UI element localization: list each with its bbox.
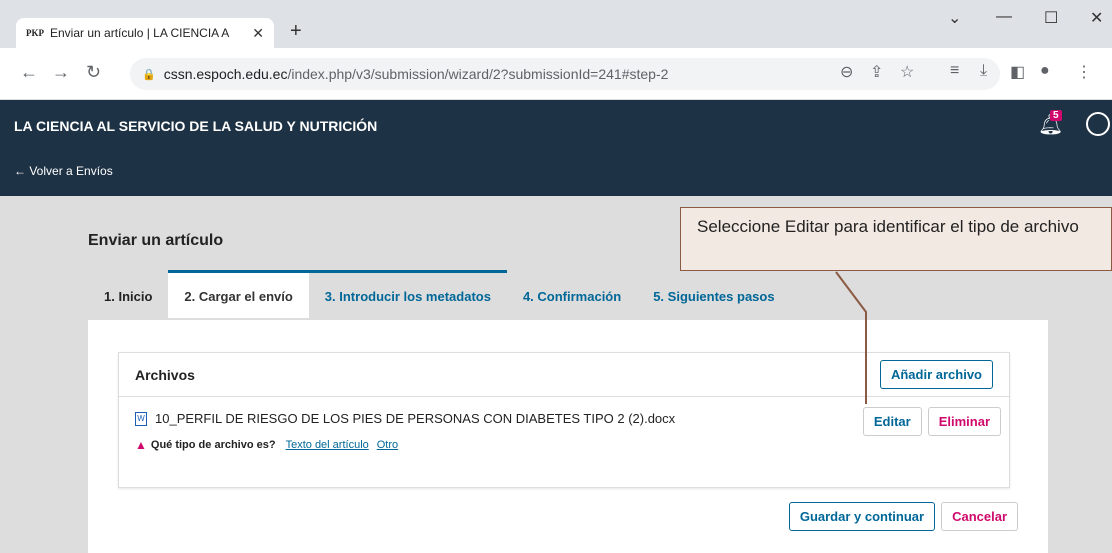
add-file-button[interactable]: Añadir archivo [879,360,993,389]
reading-list-icon[interactable]: ≡ [950,62,959,80]
form-actions: Guardar y continuar Cancelar [788,502,1018,531]
step-cargar-envio[interactable]: 2. Cargar el envío [168,270,309,318]
zoom-icon[interactable]: ⊖ [840,62,853,82]
maximize-icon[interactable]: ☐ [1044,8,1058,28]
bookmark-star-icon[interactable]: ☆ [900,62,914,82]
file-type-prompt: ▲ Qué tipo de archivo es? Texto del artí… [135,438,993,452]
side-panel-icon[interactable]: ◧ [1010,62,1025,82]
back-arrow-icon[interactable]: ← [20,62,38,83]
wizard-steps: 1. Inicio 2. Cargar el envío 3. Introduc… [88,270,791,318]
cancel-button[interactable]: Cancelar [941,502,1018,531]
step-siguientes-pasos[interactable]: 5. Siguientes pasos [637,270,790,318]
delete-button[interactable]: Eliminar [927,407,1001,436]
step-panel: Archivos Añadir archivo W 10_PERFIL DE R… [88,320,1048,553]
file-name: 10_PERFIL DE RIESGO DE LOS PIES DE PERSO… [155,411,676,426]
profile-icon[interactable]: ● [1040,62,1050,80]
close-window-icon[interactable]: ✕ [1090,8,1103,28]
step-inicio[interactable]: 1. Inicio [88,270,168,318]
file-row: W 10_PERFIL DE RIESGO DE LOS PIES DE PER… [119,397,1009,452]
reload-icon[interactable]: ↻ [86,62,101,83]
site-title: LA CIENCIA AL SERVICIO DE LA SALUD Y NUT… [14,118,378,134]
step-metadatos[interactable]: 3. Introducir los metadatos [308,270,507,318]
forward-arrow-icon[interactable]: → [52,62,70,83]
lock-icon: 🔒 [142,68,156,81]
step-confirmacion[interactable]: 4. Confirmación [507,270,637,318]
page-title: Enviar un artículo [88,232,224,249]
instruction-callout: Seleccione Editar para identificar el ti… [680,207,1112,271]
new-tab-icon[interactable]: + [290,20,302,43]
word-document-icon: W [135,411,147,426]
browser-tab-strip: PKP Enviar un artículo | LA CIENCIA A ✕ … [0,0,1112,48]
share-icon[interactable]: ⇪ [870,62,883,82]
tab-title: Enviar un artículo | LA CIENCIA A [50,26,230,40]
file-actions: Editar Eliminar [862,407,1001,436]
menu-kebab-icon[interactable]: ⋮ [1076,62,1092,82]
tab-search-icon[interactable]: ⌄ [948,8,961,28]
files-header: Archivos Añadir archivo [119,353,1009,397]
browser-toolbar: ← → ↻ 🔒 cssn.espoch.edu.ec/index.php/v3/… [0,48,1112,100]
browser-tab[interactable]: PKP Enviar un artículo | LA CIENCIA A ✕ [16,18,274,48]
warning-icon: ▲ [135,438,147,452]
notifications-badge: 5 [1050,110,1062,121]
file-type-other-link[interactable]: Otro [377,439,398,451]
pkp-favicon-icon: PKP [26,28,44,38]
files-heading: Archivos [135,366,195,383]
user-account-icon[interactable] [1086,112,1110,136]
site-header: LA CIENCIA AL SERVICIO DE LA SALUD Y NUT… [0,100,1112,196]
save-continue-button[interactable]: Guardar y continuar [788,502,936,531]
url-text: cssn.espoch.edu.ec/index.php/v3/submissi… [163,66,669,82]
file-type-question: Qué tipo de archivo es? [150,439,276,451]
file-type-article-text-link[interactable]: Texto del artículo [286,439,369,451]
download-icon[interactable]: ⤓ [980,62,987,80]
back-to-submissions-link[interactable]: ← Volver a Envíos [14,164,113,178]
edit-button[interactable]: Editar [862,407,922,436]
files-box: Archivos Añadir archivo W 10_PERFIL DE R… [118,352,1010,488]
minimize-icon[interactable]: — [996,8,1012,26]
tab-close-icon[interactable]: ✕ [252,25,264,42]
